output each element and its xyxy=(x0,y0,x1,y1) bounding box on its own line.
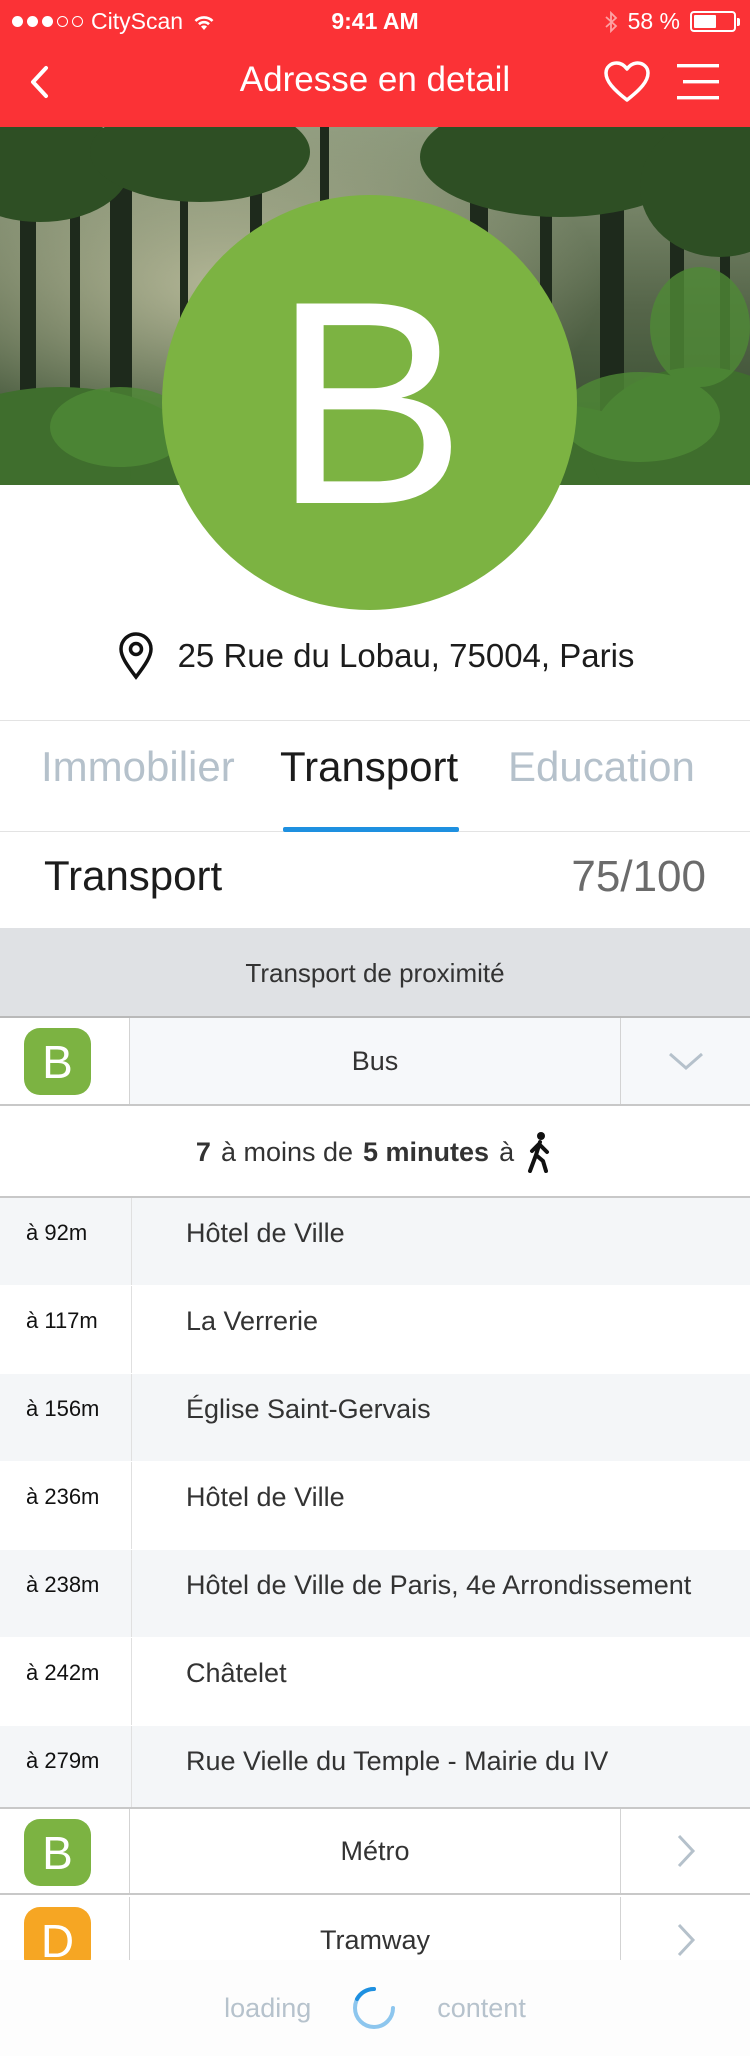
stop-distance: à 236m xyxy=(0,1462,132,1549)
hamburger-menu-icon xyxy=(677,64,719,100)
nearby-summary: 7 à moins de 5 minutes à xyxy=(0,1108,750,1198)
stop-distance: à 242m xyxy=(0,1638,132,1725)
stop-name: Hôtel de Ville xyxy=(186,1482,345,1512)
loading-text: loading xyxy=(224,1992,312,2023)
chevron-right-icon xyxy=(677,1923,695,1957)
stop-distance: à 92m xyxy=(0,1198,132,1285)
stop-name: Église Saint-Gervais xyxy=(186,1394,431,1424)
stop-name: La Verrerie xyxy=(186,1306,319,1336)
category-tabs: Immobilier Transport Education xyxy=(0,720,750,832)
menu-button[interactable] xyxy=(673,62,723,102)
battery-icon xyxy=(690,11,740,32)
favorite-button[interactable] xyxy=(603,60,651,104)
metro-grade-badge: B xyxy=(24,1819,91,1886)
expand-toggle[interactable] xyxy=(620,1018,750,1104)
summary-count: 7 xyxy=(195,1136,211,1167)
tab-transport[interactable]: Transport xyxy=(280,743,458,791)
open-metro-button[interactable] xyxy=(620,1809,750,1893)
spinner-icon xyxy=(353,1986,396,2029)
stop-name: Châtelet xyxy=(186,1658,287,1688)
stop-name: Hôtel de Ville xyxy=(186,1218,345,1248)
score-value: 75/100 xyxy=(571,852,706,901)
list-item[interactable]: à 279m Rue Vielle du Temple - Mairie du … xyxy=(0,1726,750,1814)
chevron-down-icon xyxy=(668,1052,703,1070)
list-item[interactable]: à 92m Hôtel de Ville xyxy=(0,1198,750,1286)
mode-row-bus[interactable]: B Bus xyxy=(0,1018,750,1106)
stop-name: Hôtel de Ville de Paris, 4e Arrondisseme… xyxy=(186,1570,692,1600)
stop-distance: à 279m xyxy=(0,1726,132,1813)
mode-row-metro[interactable]: B Métro xyxy=(0,1807,750,1895)
transport-grade-badge: B xyxy=(162,195,577,610)
summary-suffix: à xyxy=(499,1136,515,1167)
list-item[interactable]: à 242m Châtelet xyxy=(0,1638,750,1726)
mode-label: Métro xyxy=(340,1835,410,1866)
bluetooth-icon xyxy=(604,10,617,33)
list-item[interactable]: à 236m Hôtel de Ville xyxy=(0,1462,750,1550)
score-row: Transport 75/100 xyxy=(0,832,750,928)
battery-percent: 58 % xyxy=(627,8,680,34)
top-bar: CityScan 9:41 AM 58 % Adresse en detail xyxy=(0,0,750,127)
stops-list: à 92m Hôtel de Ville à 117m La Verrerie … xyxy=(0,1198,750,1814)
heart-icon xyxy=(604,61,650,102)
section-header: Transport de proximité xyxy=(0,928,750,1018)
list-item[interactable]: à 156m Église Saint-Gervais xyxy=(0,1374,750,1462)
summary-text: à moins de xyxy=(220,1136,354,1167)
chevron-right-icon xyxy=(677,1834,695,1868)
list-item[interactable]: à 238m Hôtel de Ville de Paris, 4e Arron… xyxy=(0,1550,750,1638)
loading-indicator: loading content xyxy=(0,1960,750,2056)
mode-label: Bus xyxy=(351,1045,399,1076)
status-bar: CityScan 9:41 AM 58 % xyxy=(0,0,750,40)
address-text: 25 Rue du Lobau, 75004, Paris xyxy=(177,637,635,674)
list-item[interactable]: à 117m La Verrerie xyxy=(0,1286,750,1374)
location-pin-icon xyxy=(118,632,153,680)
score-title: Transport xyxy=(44,852,223,899)
stop-distance: à 117m xyxy=(0,1286,132,1373)
stop-distance: à 238m xyxy=(0,1550,132,1637)
bus-grade-badge: B xyxy=(24,1028,91,1095)
walking-person-icon xyxy=(528,1132,550,1173)
tab-education[interactable]: Education xyxy=(508,743,695,791)
stop-distance: à 156m xyxy=(0,1374,132,1461)
tab-immobilier[interactable]: Immobilier xyxy=(41,743,235,791)
content-text: content xyxy=(437,1992,526,2023)
summary-minutes: 5 minutes xyxy=(363,1136,490,1167)
stop-name: Rue Vielle du Temple - Mairie du IV xyxy=(186,1746,609,1776)
address-row: 25 Rue du Lobau, 75004, Paris xyxy=(0,628,750,684)
